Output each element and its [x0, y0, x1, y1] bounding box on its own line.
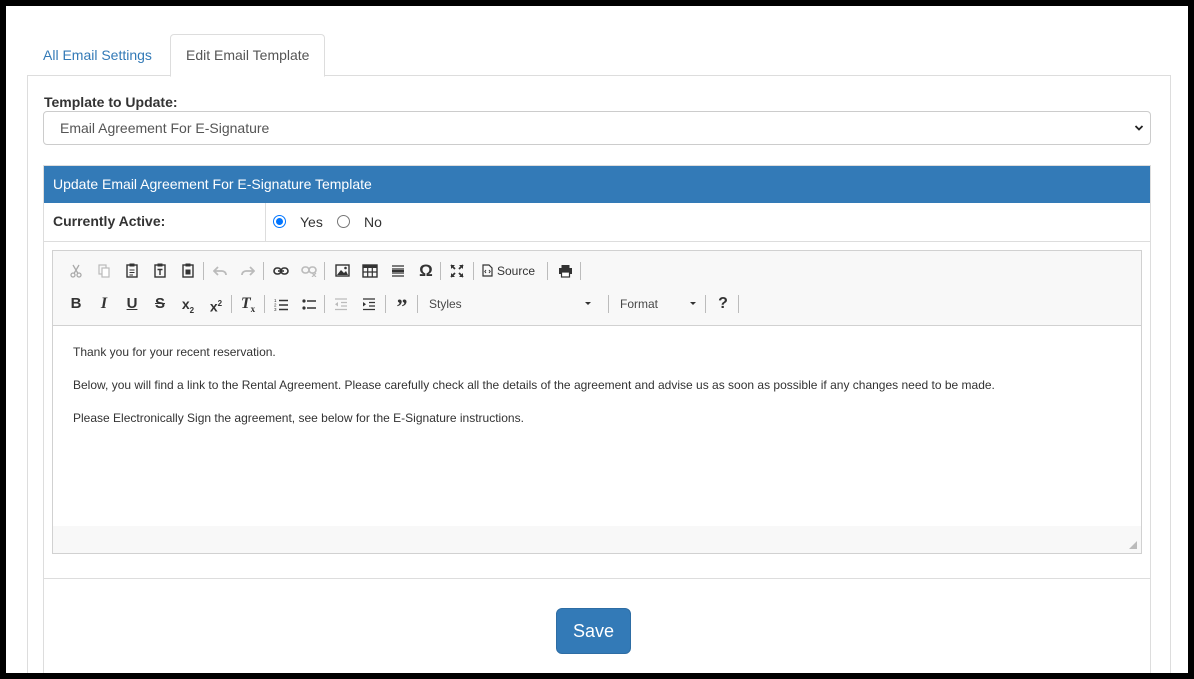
radio-yes[interactable] — [273, 215, 286, 228]
copy-icon[interactable] — [91, 257, 117, 285]
table-icon[interactable] — [357, 257, 383, 285]
chevron-down-icon — [585, 302, 591, 305]
rich-text-editor: Ω Source B I U S x2 x2 Tx 1 2 3 ” Styles… — [52, 250, 1142, 554]
toolbar-separator — [608, 295, 609, 313]
toolbar-separator — [417, 295, 418, 313]
decrease-indent-icon[interactable] — [328, 290, 354, 318]
image-icon[interactable] — [329, 257, 355, 285]
app-frame: All Email Settings Edit Email Template T… — [6, 6, 1188, 673]
bold-icon[interactable]: B — [63, 290, 89, 318]
subscript-icon[interactable]: x2 — [175, 290, 201, 318]
superscript-icon[interactable]: x2 — [203, 290, 229, 318]
toolbar-separator — [473, 262, 474, 280]
toolbar-separator — [203, 262, 204, 280]
help-icon[interactable]: ? — [710, 290, 736, 318]
tab-edit-email-template[interactable]: Edit Email Template — [170, 34, 326, 77]
toolbar-separator — [705, 295, 706, 313]
toolbar-separator — [324, 295, 325, 313]
toolbar-separator — [263, 262, 264, 280]
template-select[interactable]: Email Agreement For E-Signature — [43, 111, 1151, 145]
svg-text:3: 3 — [274, 307, 277, 311]
source-button[interactable]: Source — [497, 257, 535, 285]
print-icon[interactable] — [552, 257, 578, 285]
source-icon[interactable] — [477, 257, 497, 285]
save-button[interactable]: Save — [556, 608, 631, 654]
tab-all-email-settings[interactable]: All Email Settings — [27, 34, 168, 76]
paste-text-icon[interactable] — [147, 257, 173, 285]
redo-icon[interactable] — [235, 257, 261, 285]
panel-heading: Update Email Agreement For E-Signature T… — [44, 166, 1150, 203]
editor-toolbar: Ω Source B I U S x2 x2 Tx 1 2 3 ” Styles… — [53, 251, 1141, 326]
maximize-icon[interactable] — [444, 257, 470, 285]
template-panel: Update Email Agreement For E-Signature T… — [43, 165, 1151, 673]
toolbar-separator — [738, 295, 739, 313]
remove-format-icon[interactable]: Tx — [235, 290, 261, 318]
chevron-down-icon — [690, 302, 696, 305]
increase-indent-icon[interactable] — [356, 290, 382, 318]
link-icon[interactable] — [268, 257, 294, 285]
bulleted-list-icon[interactable] — [296, 290, 322, 318]
panel-divider — [44, 563, 1150, 579]
paste-icon[interactable] — [119, 257, 145, 285]
content-paragraph: Thank you for your recent reservation. — [73, 345, 276, 359]
unlink-icon[interactable] — [296, 257, 322, 285]
content-paragraph: Please Electronically Sign the agreement… — [73, 411, 524, 425]
toolbar-separator — [440, 262, 441, 280]
toolbar-separator — [580, 262, 581, 280]
blockquote-icon[interactable]: ” — [389, 290, 415, 319]
editor-content[interactable]: Thank you for your recent reservation. B… — [53, 326, 1141, 526]
template-select-value: Email Agreement For E-Signature — [60, 120, 270, 136]
format-dropdown-label: Format — [620, 297, 659, 311]
toolbar-separator — [324, 262, 325, 280]
numbered-list-icon[interactable]: 123 — [268, 290, 294, 318]
chevron-down-icon — [1134, 125, 1144, 131]
radio-yes-label[interactable]: Yes — [300, 214, 323, 230]
toolbar-separator — [385, 295, 386, 313]
currently-active-label: Currently Active: — [44, 203, 266, 241]
styles-dropdown-label: Styles — [429, 297, 462, 311]
content-paragraph: Below, you will find a link to the Renta… — [73, 378, 995, 392]
format-dropdown[interactable]: Format — [614, 290, 704, 318]
styles-dropdown[interactable]: Styles — [423, 290, 599, 318]
undo-icon[interactable] — [207, 257, 233, 285]
toolbar-separator — [264, 295, 265, 313]
special-character-icon[interactable]: Ω — [413, 257, 439, 285]
radio-no-label[interactable]: No — [364, 214, 382, 230]
underline-icon[interactable]: U — [119, 290, 145, 318]
italic-icon[interactable]: I — [91, 290, 117, 318]
active-row: Currently Active: Yes No — [44, 203, 1150, 242]
resize-handle-icon[interactable] — [1129, 541, 1137, 549]
strikethrough-icon[interactable]: S — [147, 290, 173, 318]
toolbar-separator — [547, 262, 548, 280]
radio-no[interactable] — [337, 215, 350, 228]
cut-icon[interactable] — [63, 257, 89, 285]
tab-bar: All Email Settings Edit Email Template — [27, 34, 1171, 77]
toolbar-separator — [231, 295, 232, 313]
horizontal-line-icon[interactable] — [385, 257, 411, 285]
template-label: Template to Update: — [44, 94, 178, 110]
paste-word-icon[interactable] — [175, 257, 201, 285]
